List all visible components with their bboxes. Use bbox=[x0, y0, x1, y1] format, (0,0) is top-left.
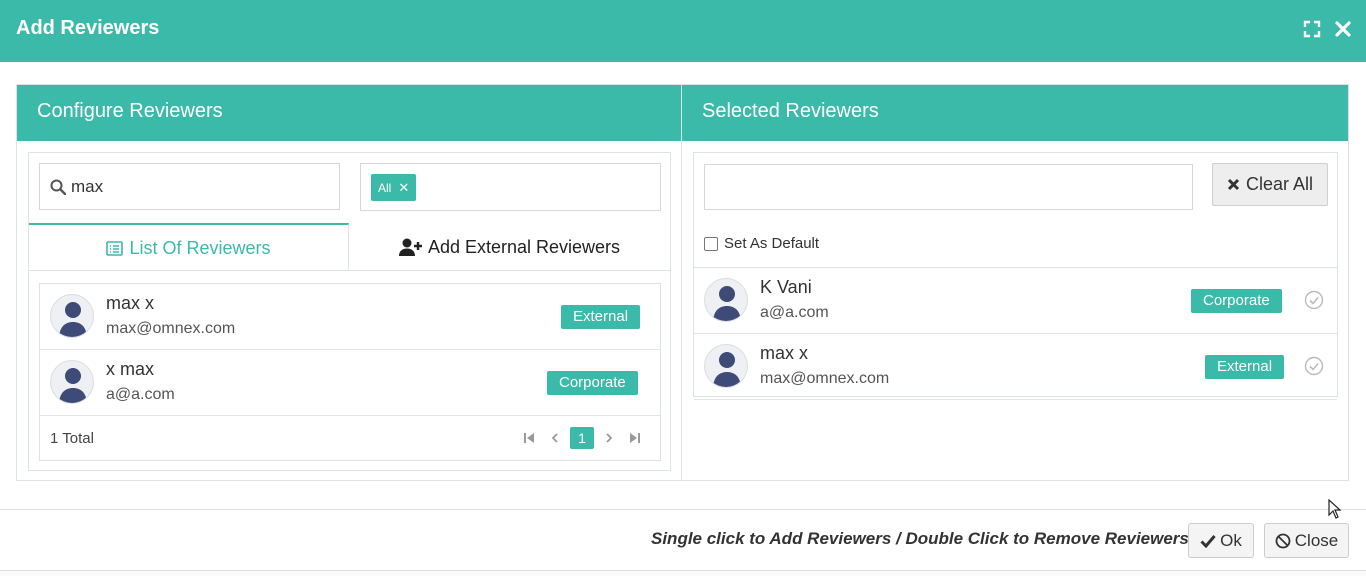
selected-reviewers-heading: Selected Reviewers bbox=[682, 85, 1348, 141]
pagination: 1 bbox=[516, 427, 648, 449]
first-page-icon[interactable] bbox=[516, 427, 542, 449]
set-as-default-row[interactable]: Set As Default bbox=[704, 235, 819, 252]
list-item[interactable]: max x max@omnex.com External bbox=[694, 334, 1337, 400]
configure-reviewers-panel: Configure Reviewers max All ✕ List Of Rev… bbox=[16, 84, 682, 481]
close-label: Close bbox=[1294, 530, 1339, 550]
selected-list: K Vani a@a.com Corporate max x max@omnex… bbox=[694, 267, 1337, 400]
filter-chip: All ✕ bbox=[371, 174, 417, 201]
list-icon bbox=[106, 240, 124, 256]
ok-button[interactable]: Ok bbox=[1188, 523, 1254, 558]
prev-page-icon[interactable] bbox=[542, 427, 568, 449]
last-page-icon[interactable] bbox=[622, 427, 648, 449]
reviewer-email: max@omnex.com bbox=[106, 320, 236, 337]
reviewer-name: max x bbox=[106, 293, 155, 313]
tab-list-label: List Of Reviewers bbox=[129, 237, 271, 258]
configure-reviewers-body: max All ✕ List Of Reviewers Add External… bbox=[28, 152, 671, 471]
list-item[interactable]: K Vani a@a.com Corporate bbox=[694, 268, 1337, 334]
footer-divider bbox=[0, 509, 1366, 510]
remove-chip-icon[interactable]: ✕ bbox=[398, 180, 409, 195]
check-icon bbox=[1200, 534, 1216, 548]
check-circle-icon[interactable] bbox=[1304, 290, 1324, 310]
clear-all-label: Clear All bbox=[1245, 174, 1314, 194]
selected-reviewers-body: Clear All Set As Default K Vani a@a.com … bbox=[693, 152, 1338, 400]
reviewer-search-input[interactable]: max bbox=[39, 163, 340, 210]
background-page-strip bbox=[0, 570, 1366, 576]
reviewer-email: max@omnex.com bbox=[760, 370, 890, 387]
tab-external-label: Add External Reviewers bbox=[427, 236, 621, 257]
configure-reviewers-heading: Configure Reviewers bbox=[17, 85, 681, 141]
user-plus-icon bbox=[398, 238, 422, 256]
clear-all-button[interactable]: Clear All bbox=[1212, 163, 1328, 206]
reviewer-type-badge: Corporate bbox=[1191, 289, 1282, 313]
close-button[interactable]: Close bbox=[1264, 523, 1349, 558]
next-page-icon[interactable] bbox=[596, 427, 622, 449]
mouse-cursor-icon bbox=[1328, 499, 1342, 519]
reviewer-name: x max bbox=[106, 359, 155, 379]
selected-reviewers-panel: Selected Reviewers Clear All Set As Defa… bbox=[681, 84, 1349, 481]
reviewer-type-filter[interactable]: All ✕ bbox=[360, 163, 661, 211]
maximize-icon[interactable] bbox=[1302, 19, 1322, 39]
instruction-hint: Single click to Add Reviewers / Double C… bbox=[651, 529, 1189, 548]
reviewer-name: K Vani bbox=[760, 277, 812, 297]
reviewer-type-badge: Corporate bbox=[547, 371, 638, 395]
close-icon[interactable] bbox=[1333, 19, 1353, 39]
search-icon bbox=[50, 179, 66, 195]
filter-chip-label: All bbox=[378, 181, 392, 195]
avatar bbox=[50, 294, 94, 338]
reviewer-email: a@a.com bbox=[106, 386, 175, 403]
check-circle-icon[interactable] bbox=[1304, 356, 1324, 376]
list-item[interactable]: max x max@omnex.com External bbox=[40, 284, 660, 350]
avatar bbox=[704, 344, 748, 388]
total-count: 1 Total bbox=[50, 430, 94, 447]
times-icon bbox=[1227, 178, 1240, 191]
set-as-default-label: Set As Default bbox=[724, 235, 820, 252]
list-item[interactable]: x max a@a.com Corporate bbox=[40, 350, 660, 416]
ban-icon bbox=[1275, 533, 1291, 548]
avatar bbox=[704, 278, 748, 322]
reviewer-email: a@a.com bbox=[760, 304, 829, 321]
list-footer: 1 Total 1 bbox=[40, 416, 660, 460]
tab-list-of-reviewers[interactable]: List Of Reviewers bbox=[29, 223, 349, 271]
tab-add-external-reviewers[interactable]: Add External Reviewers bbox=[349, 223, 670, 271]
reviewer-tabs: List Of Reviewers Add External Reviewers bbox=[29, 223, 670, 271]
reviewer-type-badge: External bbox=[1205, 355, 1285, 379]
reviewer-list: max x max@omnex.com External x max a@a.c… bbox=[39, 283, 661, 461]
modal-header: Add Reviewers bbox=[0, 0, 1366, 62]
avatar bbox=[50, 360, 94, 404]
ok-label: Ok bbox=[1220, 530, 1242, 550]
selected-search-input[interactable] bbox=[704, 164, 1193, 210]
modal-title: Add Reviewers bbox=[16, 17, 160, 39]
current-page[interactable]: 1 bbox=[570, 427, 594, 449]
reviewer-type-badge: External bbox=[561, 305, 641, 329]
set-as-default-checkbox[interactable] bbox=[704, 236, 718, 251]
search-value: max bbox=[71, 177, 104, 196]
reviewer-name: max x bbox=[760, 343, 809, 363]
